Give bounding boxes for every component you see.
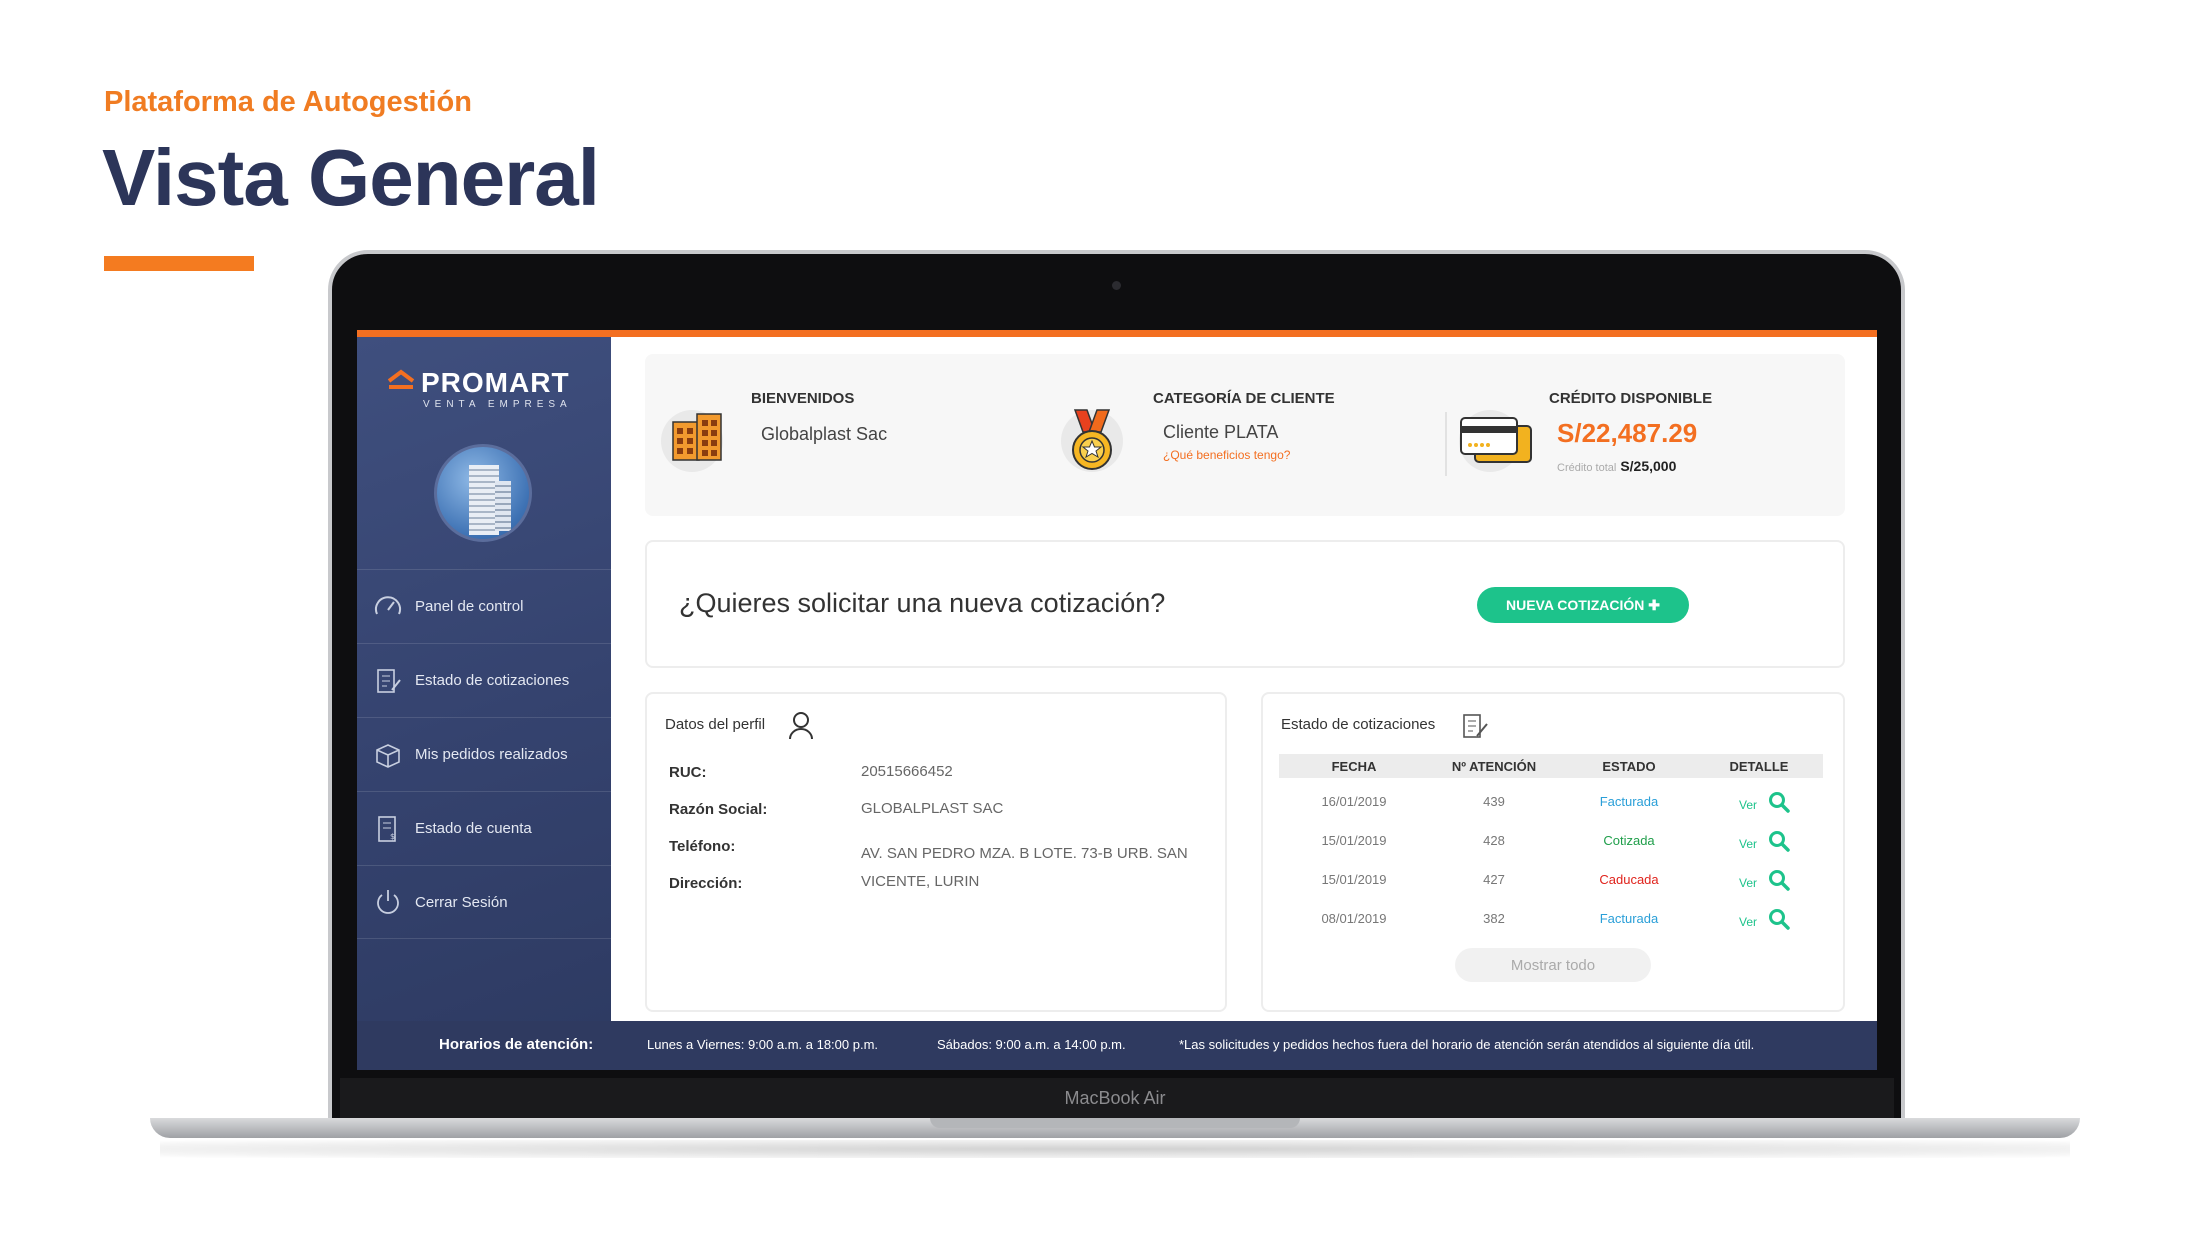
brand-subtitle: VENTA EMPRESA bbox=[423, 399, 572, 410]
credit-total-value: S/25,000 bbox=[1620, 458, 1677, 474]
summary-divider bbox=[1445, 412, 1447, 476]
ruc-value: 20515666452 bbox=[861, 763, 953, 780]
cell-estado: Facturada bbox=[1599, 794, 1659, 809]
quotes-status-title: Estado de cotizaciones bbox=[1281, 716, 1436, 733]
sidebar-item-logout[interactable]: Cerrar Sesión bbox=[357, 865, 611, 939]
cell-numero: 428 bbox=[1483, 833, 1505, 848]
direccion-label: Dirección: bbox=[669, 875, 743, 892]
camera-dot bbox=[1112, 281, 1121, 290]
col-estado: ESTADO bbox=[1602, 759, 1656, 774]
sidebar-item-label: Estado de cotizaciones bbox=[415, 672, 570, 689]
house-logo-icon bbox=[387, 369, 415, 389]
svg-text:$: $ bbox=[390, 832, 395, 841]
sidebar: PROMART VENTA EMPRESA Panel de control E… bbox=[357, 337, 611, 1021]
speedometer-icon bbox=[373, 592, 403, 622]
category-title: CATEGORÍA DE CLIENTE bbox=[1153, 390, 1335, 407]
sidebar-item-estado-cuenta[interactable]: $ Estado de cuenta bbox=[357, 791, 611, 865]
checklist-edit-icon bbox=[1463, 714, 1488, 738]
slide-eyebrow: Plataforma de Autogestión bbox=[104, 86, 472, 118]
table-row: 16/01/2019 439 Facturada Ver bbox=[1279, 792, 1823, 824]
welcome-title: BIENVENIDOS bbox=[751, 390, 855, 407]
cell-fecha: 08/01/2019 bbox=[1321, 911, 1387, 926]
credit-title: CRÉDITO DISPONIBLE bbox=[1549, 390, 1713, 407]
profile-title: Datos del perfil bbox=[665, 716, 766, 733]
direccion-value: AV. SAN PEDRO MZA. B LOTE. 73-B URB. SAN… bbox=[861, 845, 1188, 890]
detail-link[interactable]: Ver bbox=[1739, 876, 1757, 890]
service-hours-bar: Horarios de atención: Lunes a Viernes: 9… bbox=[357, 1021, 1877, 1070]
credit-total-label: Crédito total bbox=[1557, 462, 1617, 474]
cell-fecha: 15/01/2019 bbox=[1321, 872, 1387, 887]
cell-estado: Cotizada bbox=[1603, 833, 1655, 848]
service-hours-note: *Las solicitudes y pedidos hechos fuera … bbox=[1179, 1037, 1755, 1052]
quotes-status-card: Estado de cotizaciones FECHA Nº ATENCIÓN… bbox=[1261, 692, 1845, 1012]
table-header: FECHA Nº ATENCIÓN ESTADO DETALLE bbox=[1279, 754, 1823, 778]
service-hours-weekdays: Lunes a Viernes: 9:00 a.m. a 18:00 p.m. bbox=[647, 1037, 879, 1052]
service-hours-saturday: Sábados: 9:00 a.m. a 14:00 p.m. bbox=[937, 1037, 1126, 1052]
sidebar-menu: Panel de control Estado de cotizaciones … bbox=[357, 569, 611, 939]
laptop-notch bbox=[930, 1118, 1300, 1128]
sidebar-item-pedidos[interactable]: Mis pedidos realizados bbox=[357, 717, 611, 791]
search-icon[interactable] bbox=[1767, 868, 1791, 892]
new-quote-question: ¿Quieres solicitar una nueva cotización? bbox=[679, 588, 1166, 618]
col-detalle: DETALLE bbox=[1729, 759, 1789, 774]
telefono-label: Teléfono: bbox=[669, 838, 736, 855]
category-value: Cliente PLATA bbox=[1163, 422, 1279, 442]
detail-link[interactable]: Ver bbox=[1739, 798, 1757, 812]
cell-numero: 382 bbox=[1483, 911, 1505, 926]
show-all-button[interactable]: Mostrar todo bbox=[1455, 948, 1651, 982]
device-label: MacBook Air bbox=[1064, 1088, 1166, 1108]
sidebar-item-label: Mis pedidos realizados bbox=[415, 746, 568, 763]
credit-available: S/22,487.29 bbox=[1557, 418, 1698, 448]
summary-panel: BIENVENIDOS Globalplast Sac CATEGORÍA DE… bbox=[645, 354, 1845, 516]
table-row: 08/01/2019 382 Facturada Ver bbox=[1279, 909, 1823, 941]
brand-logo[interactable]: PROMART VENTA EMPRESA bbox=[387, 367, 572, 410]
search-icon[interactable] bbox=[1767, 907, 1791, 931]
building-icon bbox=[672, 413, 722, 461]
sidebar-item-label: Cerrar Sesión bbox=[415, 893, 508, 911]
col-fecha: FECHA bbox=[1331, 759, 1377, 774]
user-icon bbox=[789, 712, 813, 740]
new-quote-card: ¿Quieres solicitar una nueva cotización?… bbox=[645, 540, 1845, 668]
service-hours-title: Horarios de atención: bbox=[439, 1036, 594, 1053]
table-row: 15/01/2019 427 Caducada Ver bbox=[1279, 870, 1823, 902]
detail-link[interactable]: Ver bbox=[1739, 915, 1757, 929]
detail-link[interactable]: Ver bbox=[1739, 837, 1757, 851]
slide-title: Vista General bbox=[102, 133, 600, 222]
company-avatar bbox=[434, 444, 532, 542]
credit-total-row: Crédito total S/25,000 bbox=[1557, 458, 1676, 474]
table-row: 15/01/2019 428 Cotizada Ver bbox=[1279, 831, 1823, 863]
company-name: Globalplast Sac bbox=[761, 424, 888, 444]
new-quote-button[interactable]: NUEVA COTIZACIÓN ✚ bbox=[1477, 587, 1689, 623]
checklist-icon bbox=[373, 666, 403, 696]
search-icon[interactable] bbox=[1767, 790, 1791, 814]
col-numero: Nº ATENCIÓN bbox=[1451, 759, 1537, 774]
box-icon bbox=[373, 740, 403, 770]
ruc-label: RUC: bbox=[669, 764, 707, 781]
statement-icon: $ bbox=[373, 814, 403, 844]
building-image-secondary bbox=[495, 481, 511, 531]
cell-fecha: 15/01/2019 bbox=[1321, 833, 1387, 848]
top-accent-bar bbox=[357, 330, 1877, 337]
sidebar-item-panel[interactable]: Panel de control bbox=[357, 569, 611, 643]
sidebar-item-cotizaciones[interactable]: Estado de cotizaciones bbox=[357, 643, 611, 717]
medal-icon bbox=[1072, 409, 1112, 470]
accent-bar bbox=[104, 256, 254, 271]
benefits-link[interactable]: ¿Qué beneficios tengo? bbox=[1163, 448, 1290, 462]
razon-social-label: Razón Social: bbox=[669, 801, 768, 818]
profile-card: Datos del perfil RUC: 20515666452 Razón … bbox=[645, 692, 1227, 1012]
cell-fecha: 16/01/2019 bbox=[1321, 794, 1387, 809]
laptop-shadow bbox=[160, 1140, 2070, 1158]
power-icon bbox=[373, 887, 403, 917]
cell-estado: Caducada bbox=[1599, 872, 1659, 887]
sidebar-item-label: Estado de cuenta bbox=[415, 820, 532, 837]
cell-estado: Facturada bbox=[1599, 911, 1659, 926]
razon-social-value: GLOBALPLAST SAC bbox=[861, 800, 1004, 817]
brand-name: PROMART bbox=[421, 367, 570, 398]
cell-numero: 427 bbox=[1483, 872, 1505, 887]
cell-numero: 439 bbox=[1483, 794, 1505, 809]
credit-card-icon bbox=[1460, 417, 1532, 463]
search-icon[interactable] bbox=[1767, 829, 1791, 853]
app-screen: PROMART VENTA EMPRESA Panel de control E… bbox=[357, 330, 1877, 1070]
sidebar-item-label: Panel de control bbox=[415, 598, 524, 615]
